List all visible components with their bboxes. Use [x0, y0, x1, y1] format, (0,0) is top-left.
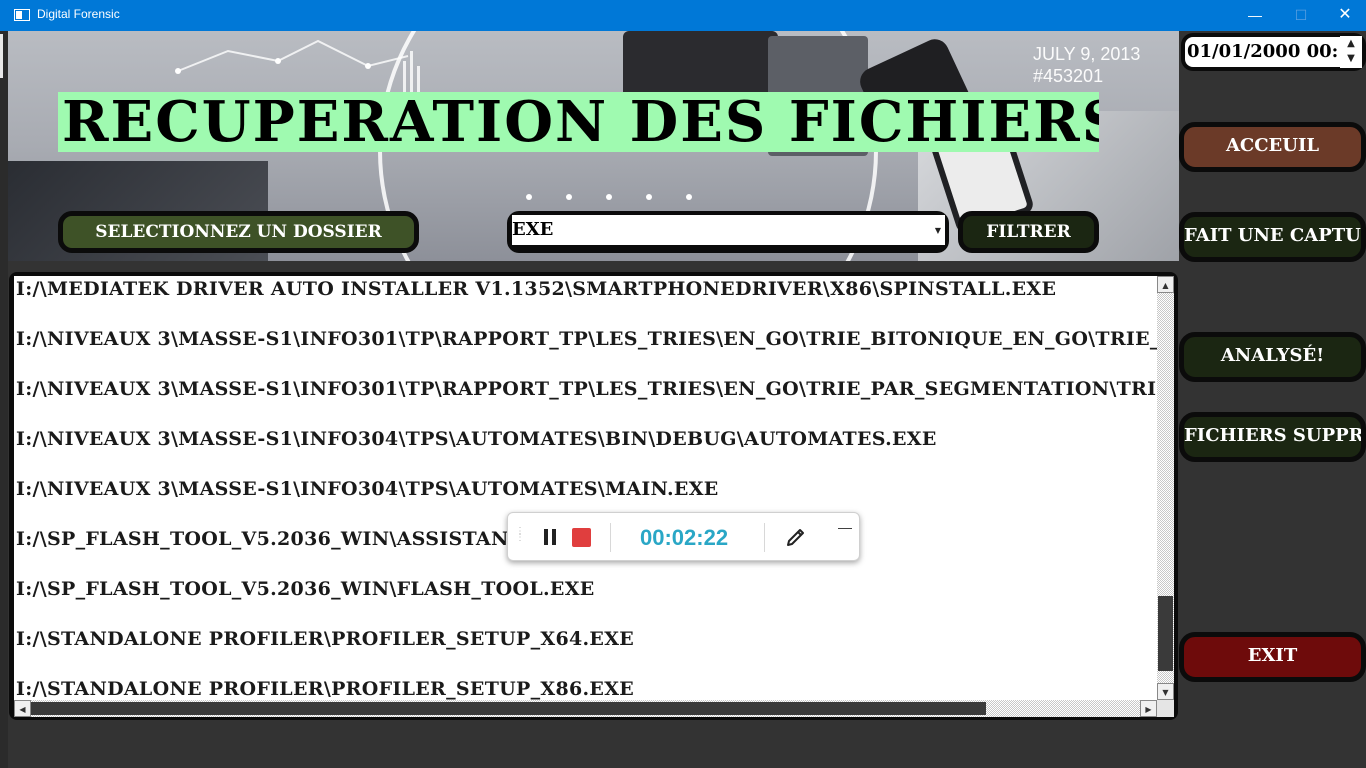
pen-icon[interactable]	[784, 525, 808, 549]
minimize-window-button[interactable]: —	[1232, 0, 1278, 31]
datetime-input[interactable]: 01/01/2000 00:	[1185, 37, 1340, 67]
dropdown-arrow-icon[interactable]: ▼	[935, 215, 941, 245]
extension-select-frame: EXE ▼	[507, 211, 949, 253]
file-list[interactable]: I:/\MEDIATEK DRIVER AUTO INSTALLER V1.13…	[14, 276, 1157, 700]
banner-date: JULY 9, 2013	[1033, 44, 1141, 64]
edge-accent	[0, 34, 3, 78]
minimize-icon[interactable]: —	[838, 519, 852, 535]
deleted-files-button[interactable]: FICHIERS SUPPRIMES	[1179, 412, 1366, 462]
divider	[764, 523, 765, 552]
list-item[interactable]: I:/\NIVEAUX 3\MASSE-S1\INFO304\TPS\AUTOM…	[14, 426, 1157, 476]
scroll-left-icon[interactable]: ◀	[14, 700, 31, 717]
scroll-right-icon[interactable]: ▶	[1140, 700, 1157, 717]
spin-up-icon[interactable]: ▲	[1340, 36, 1362, 51]
extension-select[interactable]: EXE ▼	[512, 215, 945, 245]
scrollbar-corner	[1157, 700, 1174, 717]
page-title: RECUPERATION DES FICHIERS	[58, 92, 1099, 152]
stop-icon[interactable]	[572, 528, 591, 547]
banner-dots	[526, 185, 726, 204]
maximize-window-button[interactable]: ☐	[1278, 0, 1324, 31]
screen-recorder-widget: ⋮ ⋮ 00:02:22 —	[507, 512, 860, 561]
left-window-edge	[0, 31, 8, 768]
datetime-spinner[interactable]: ▲ ▼	[1340, 36, 1362, 68]
horizontal-scrollbar[interactable]: ◀ ▶	[14, 700, 1157, 717]
vertical-scroll-thumb[interactable]	[1158, 596, 1173, 671]
window-titlebar: Digital Forensic — ☐ ✕	[0, 0, 1366, 31]
scroll-up-icon[interactable]: ▲	[1157, 276, 1174, 293]
list-item[interactable]: I:/\MEDIATEK DRIVER AUTO INSTALLER V1.13…	[14, 276, 1157, 326]
pause-icon[interactable]	[540, 527, 560, 547]
window-title: Digital Forensic	[37, 7, 120, 21]
home-button[interactable]: ACCEUIL	[1179, 122, 1366, 172]
list-item[interactable]: I:/\SP_FLASH_TOOL_V5.2036_WIN\FLASH_TOOL…	[14, 576, 1157, 626]
scroll-down-icon[interactable]: ▼	[1157, 683, 1174, 700]
datetime-picker[interactable]: 01/01/2000 00:	[1181, 33, 1366, 71]
app-icon	[14, 9, 30, 21]
close-window-button[interactable]: ✕	[1322, 0, 1366, 31]
list-item[interactable]: I:/\NIVEAUX 3\MASSE-S1\INFO301\TP\RAPPOR…	[14, 326, 1157, 376]
list-item[interactable]: I:/\STANDALONE PROFILER\PROFILER_SETUP_X…	[14, 626, 1157, 676]
divider	[610, 523, 611, 552]
list-item[interactable]: I:/\STANDALONE PROFILER\PROFILER_SETUP_X…	[14, 676, 1157, 700]
list-item[interactable]: I:/\NIVEAUX 3\MASSE-S1\INFO301\TP\RAPPOR…	[14, 376, 1157, 426]
vertical-scrollbar[interactable]: ▲ ▼	[1157, 276, 1174, 700]
filter-button[interactable]: FILTRER	[958, 211, 1099, 253]
select-folder-button[interactable]: SELECTIONNEZ UN DOSSIER	[58, 211, 419, 253]
extension-select-value: EXE	[512, 219, 554, 240]
capture-button[interactable]: FAIT UNE CAPTURE	[1179, 212, 1366, 262]
analyze-button[interactable]: ANALYSÉ!	[1179, 332, 1366, 382]
exit-button[interactable]: EXIT	[1179, 632, 1366, 682]
drag-handle-icon[interactable]: ⋮ ⋮	[515, 527, 525, 547]
horizontal-scroll-thumb[interactable]	[31, 702, 986, 715]
banner-date-text: JULY 9, 2013 #453201	[1033, 43, 1140, 87]
recording-timer: 00:02:22	[640, 525, 729, 550]
spin-down-icon[interactable]: ▼	[1340, 51, 1362, 66]
banner-number: #453201	[1033, 66, 1104, 86]
